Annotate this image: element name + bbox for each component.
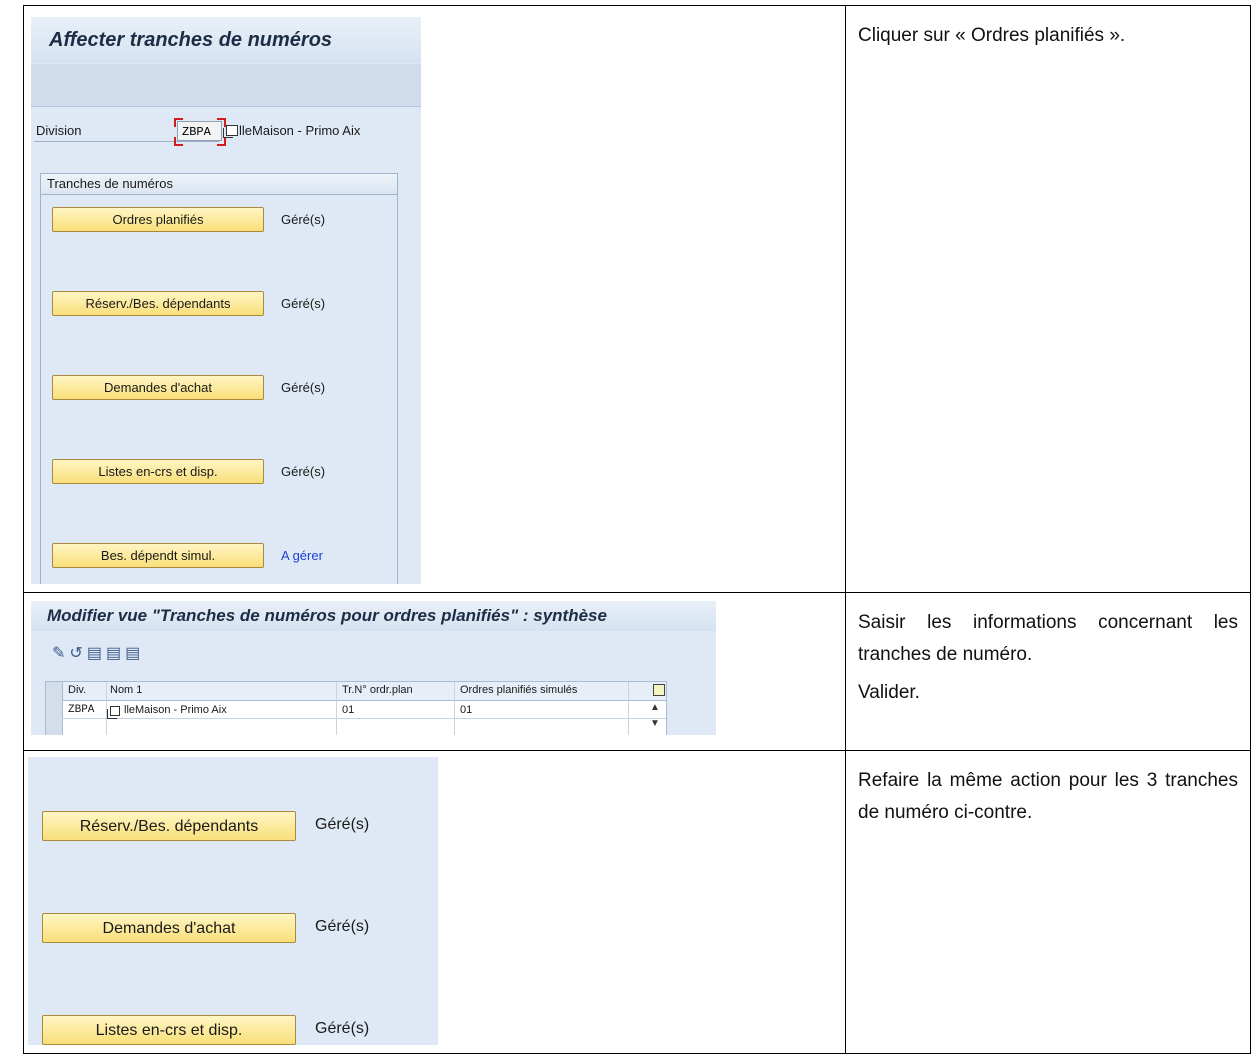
listes-en-crs-button[interactable]: Listes en-crs et disp. [52, 459, 264, 484]
instruction-text: Refaire la même action pour les 3 tranch… [858, 770, 1238, 823]
save-icon[interactable]: ▤ [87, 645, 106, 662]
screen-title-bar: Modifier vue "Tranches de numéros pour o… [31, 601, 716, 631]
cell-tranche-input[interactable]: 01 [342, 704, 354, 716]
instruction-text: Saisir les informations concernant les t… [858, 612, 1238, 665]
sap-buttons-panel: Réserv./Bes. dépendants Géré(s) Demandes… [28, 757, 438, 1045]
instruction-cell-3: Refaire la même action pour les 3 tranch… [845, 750, 1251, 1054]
row-selector-column[interactable] [46, 682, 63, 735]
listes-en-crs-button[interactable]: Listes en-crs et disp. [42, 1015, 296, 1045]
cell-simules-input[interactable]: 01 [460, 704, 472, 716]
column-header[interactable]: Nom 1 [110, 684, 142, 696]
grid-line [628, 682, 629, 735]
status-text: Géré(s) [315, 1020, 370, 1037]
status-text: Géré(s) [281, 380, 326, 395]
instruction-text: Cliquer sur « Ordres planifiés ». [858, 25, 1126, 46]
sap-screen-affecter: Affecter tranches de numéros Division ZB… [31, 17, 421, 584]
focus-corner [174, 137, 183, 146]
division-input[interactable]: ZBPA [177, 121, 222, 141]
instruction-cell-2: Saisir les informations concernant les t… [845, 592, 1251, 751]
status-text: Géré(s) [281, 296, 326, 311]
group-title: Tranches de numéros [41, 174, 397, 195]
scroll-down-icon[interactable]: ▼ [650, 718, 660, 729]
grid-line [62, 718, 666, 719]
deselect-icon[interactable]: ▤ [125, 645, 144, 662]
ordres-planifies-button[interactable]: Ordres planifiés [52, 207, 264, 232]
focus-corner [174, 118, 183, 127]
focus-corner [217, 137, 226, 146]
column-header[interactable]: Tr.N° ordr.plan [342, 684, 413, 696]
status-text: Géré(s) [281, 464, 326, 479]
grid-line [336, 682, 337, 735]
data-grid: Div. Nom 1 Tr.N° ordr.plan Ordres planif… [45, 681, 667, 735]
screen-title-bar: Affecter tranches de numéros [31, 17, 421, 63]
toolbar [31, 64, 421, 107]
undo-icon[interactable]: ↺ [69, 645, 86, 662]
grid-line [454, 682, 455, 735]
grid-header: Div. Nom 1 Tr.N° ordr.plan Ordres planif… [46, 682, 666, 701]
instruction-table: Affecter tranches de numéros Division ZB… [23, 5, 1251, 1054]
screenshot-cell-1: Affecter tranches de numéros Division ZB… [23, 5, 846, 593]
division-name: lleMaison - Primo Aix [239, 123, 361, 138]
select-all-icon[interactable]: ▤ [106, 645, 125, 662]
column-header[interactable]: Div. [68, 684, 86, 696]
status-text: Géré(s) [315, 918, 370, 935]
cell-div[interactable]: ZBPA [68, 704, 94, 716]
toolbar-icons: ✎↺▤▤▤ [52, 643, 144, 663]
status-text: Géré(s) [281, 212, 326, 227]
sap-screen-modifier-vue: Modifier vue "Tranches de numéros pour o… [31, 601, 716, 735]
division-label: Division [36, 123, 82, 138]
reserv-bes-dependants-button[interactable]: Réserv./Bes. dépendants [52, 291, 264, 316]
demandes-achat-button[interactable]: Demandes d'achat [52, 375, 264, 400]
focus-corner [217, 118, 226, 127]
cell-nom: lleMaison - Primo Aix [124, 704, 227, 716]
screen-title: Modifier vue "Tranches de numéros pour o… [47, 606, 607, 625]
screen-title: Affecter tranches de numéros [49, 29, 333, 51]
scroll-up-icon[interactable]: ▲ [650, 702, 660, 713]
reserv-bes-dependants-button[interactable]: Réserv./Bes. dépendants [42, 811, 296, 841]
column-config-icon[interactable] [653, 684, 665, 696]
status-text-a-gerer: A gérer [281, 548, 323, 563]
change-display-icon[interactable]: ✎ [52, 645, 69, 662]
screenshot-cell-2: Modifier vue "Tranches de numéros pour o… [23, 592, 846, 751]
status-text: Géré(s) [315, 816, 370, 833]
copy-icon[interactable] [107, 706, 120, 719]
copy-icon[interactable] [223, 125, 238, 138]
bes-dependt-simul-button[interactable]: Bes. dépendt simul. [52, 543, 264, 568]
column-header[interactable]: Ordres planifiés simulés [460, 684, 577, 696]
instruction-cell-1: Cliquer sur « Ordres planifiés ». [845, 5, 1251, 593]
demandes-achat-button[interactable]: Demandes d'achat [42, 913, 296, 943]
instruction-text: Valider. [858, 682, 920, 703]
screenshot-cell-3: Réserv./Bes. dépendants Géré(s) Demandes… [23, 750, 846, 1054]
